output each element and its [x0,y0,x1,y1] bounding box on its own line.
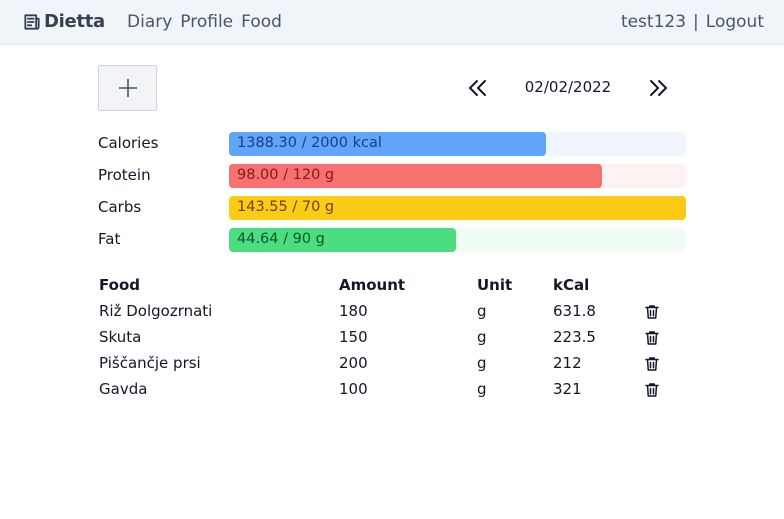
macro-track: 143.55 / 70 g [229,196,686,220]
navbar: Dietta Diary Profile Food test123 | Logo… [0,0,784,44]
macro-value: 98.00 / 120 g [237,167,335,183]
food-amount: 180 [339,302,368,320]
chevrons-left-icon[interactable] [466,77,488,99]
brand[interactable]: Dietta [22,11,105,32]
macro-track: 98.00 / 120 g [229,164,686,188]
current-date: 02/02/2022 [524,78,612,96]
macro-label: Calories [98,134,159,152]
user-menu: test123 | Logout [621,12,764,32]
date-navigator: 02/02/2022 [466,75,672,101]
food-kcal: 223.5 [553,328,596,346]
macro-row-protein: Protein 98.00 / 120 g [98,164,686,188]
macro-track: 44.64 / 90 g [229,228,686,252]
food-unit: g [477,328,487,346]
macro-value: 143.55 / 70 g [237,199,335,215]
macro-label: Protein [98,166,151,184]
macro-label: Carbs [98,198,142,216]
trash-icon[interactable] [643,329,661,347]
food-unit: g [477,354,487,372]
trash-icon[interactable] [643,355,661,373]
column-header-food: Food [99,276,140,294]
nav-link-diary[interactable]: Diary [127,12,172,32]
macro-value: 44.64 / 90 g [237,231,325,247]
add-food-button[interactable] [98,65,157,111]
macro-track: 1388.30 / 2000 kcal [229,132,686,156]
food-name: Gavda [99,380,148,398]
column-header-unit: Unit [477,276,513,294]
food-amount: 200 [339,354,368,372]
food-amount: 100 [339,380,368,398]
macro-row-fat: Fat 44.64 / 90 g [98,228,686,252]
food-name: Skuta [99,328,142,346]
username-link[interactable]: test123 [621,12,686,32]
food-name: Piščančje prsi [99,354,201,372]
food-unit: g [477,302,487,320]
column-header-kcal: kCal [553,276,590,294]
brand-name: Dietta [44,11,105,32]
newspaper-icon [24,13,40,30]
food-kcal: 212 [553,354,582,372]
trash-icon[interactable] [643,381,661,399]
macro-row-carbs: Carbs 143.55 / 70 g [98,196,686,220]
macro-label: Fat [98,230,121,248]
nav-link-profile[interactable]: Profile [180,12,233,32]
column-header-amount: Amount [339,276,406,294]
food-unit: g [477,380,487,398]
chevrons-right-icon[interactable] [648,77,670,99]
nav-separator: | [693,12,699,32]
macro-value: 1388.30 / 2000 kcal [237,135,382,151]
logout-link[interactable]: Logout [706,12,764,32]
food-kcal: 321 [553,380,582,398]
nav-links: Diary Profile Food [127,12,290,32]
food-name: Riž Dolgozrnati [99,302,213,320]
macro-row-calories: Calories 1388.30 / 2000 kcal [98,132,686,156]
food-kcal: 631.8 [553,302,596,320]
trash-icon[interactable] [643,303,661,321]
food-amount: 150 [339,328,368,346]
nav-link-food[interactable]: Food [241,12,282,32]
plus-icon [118,79,137,97]
